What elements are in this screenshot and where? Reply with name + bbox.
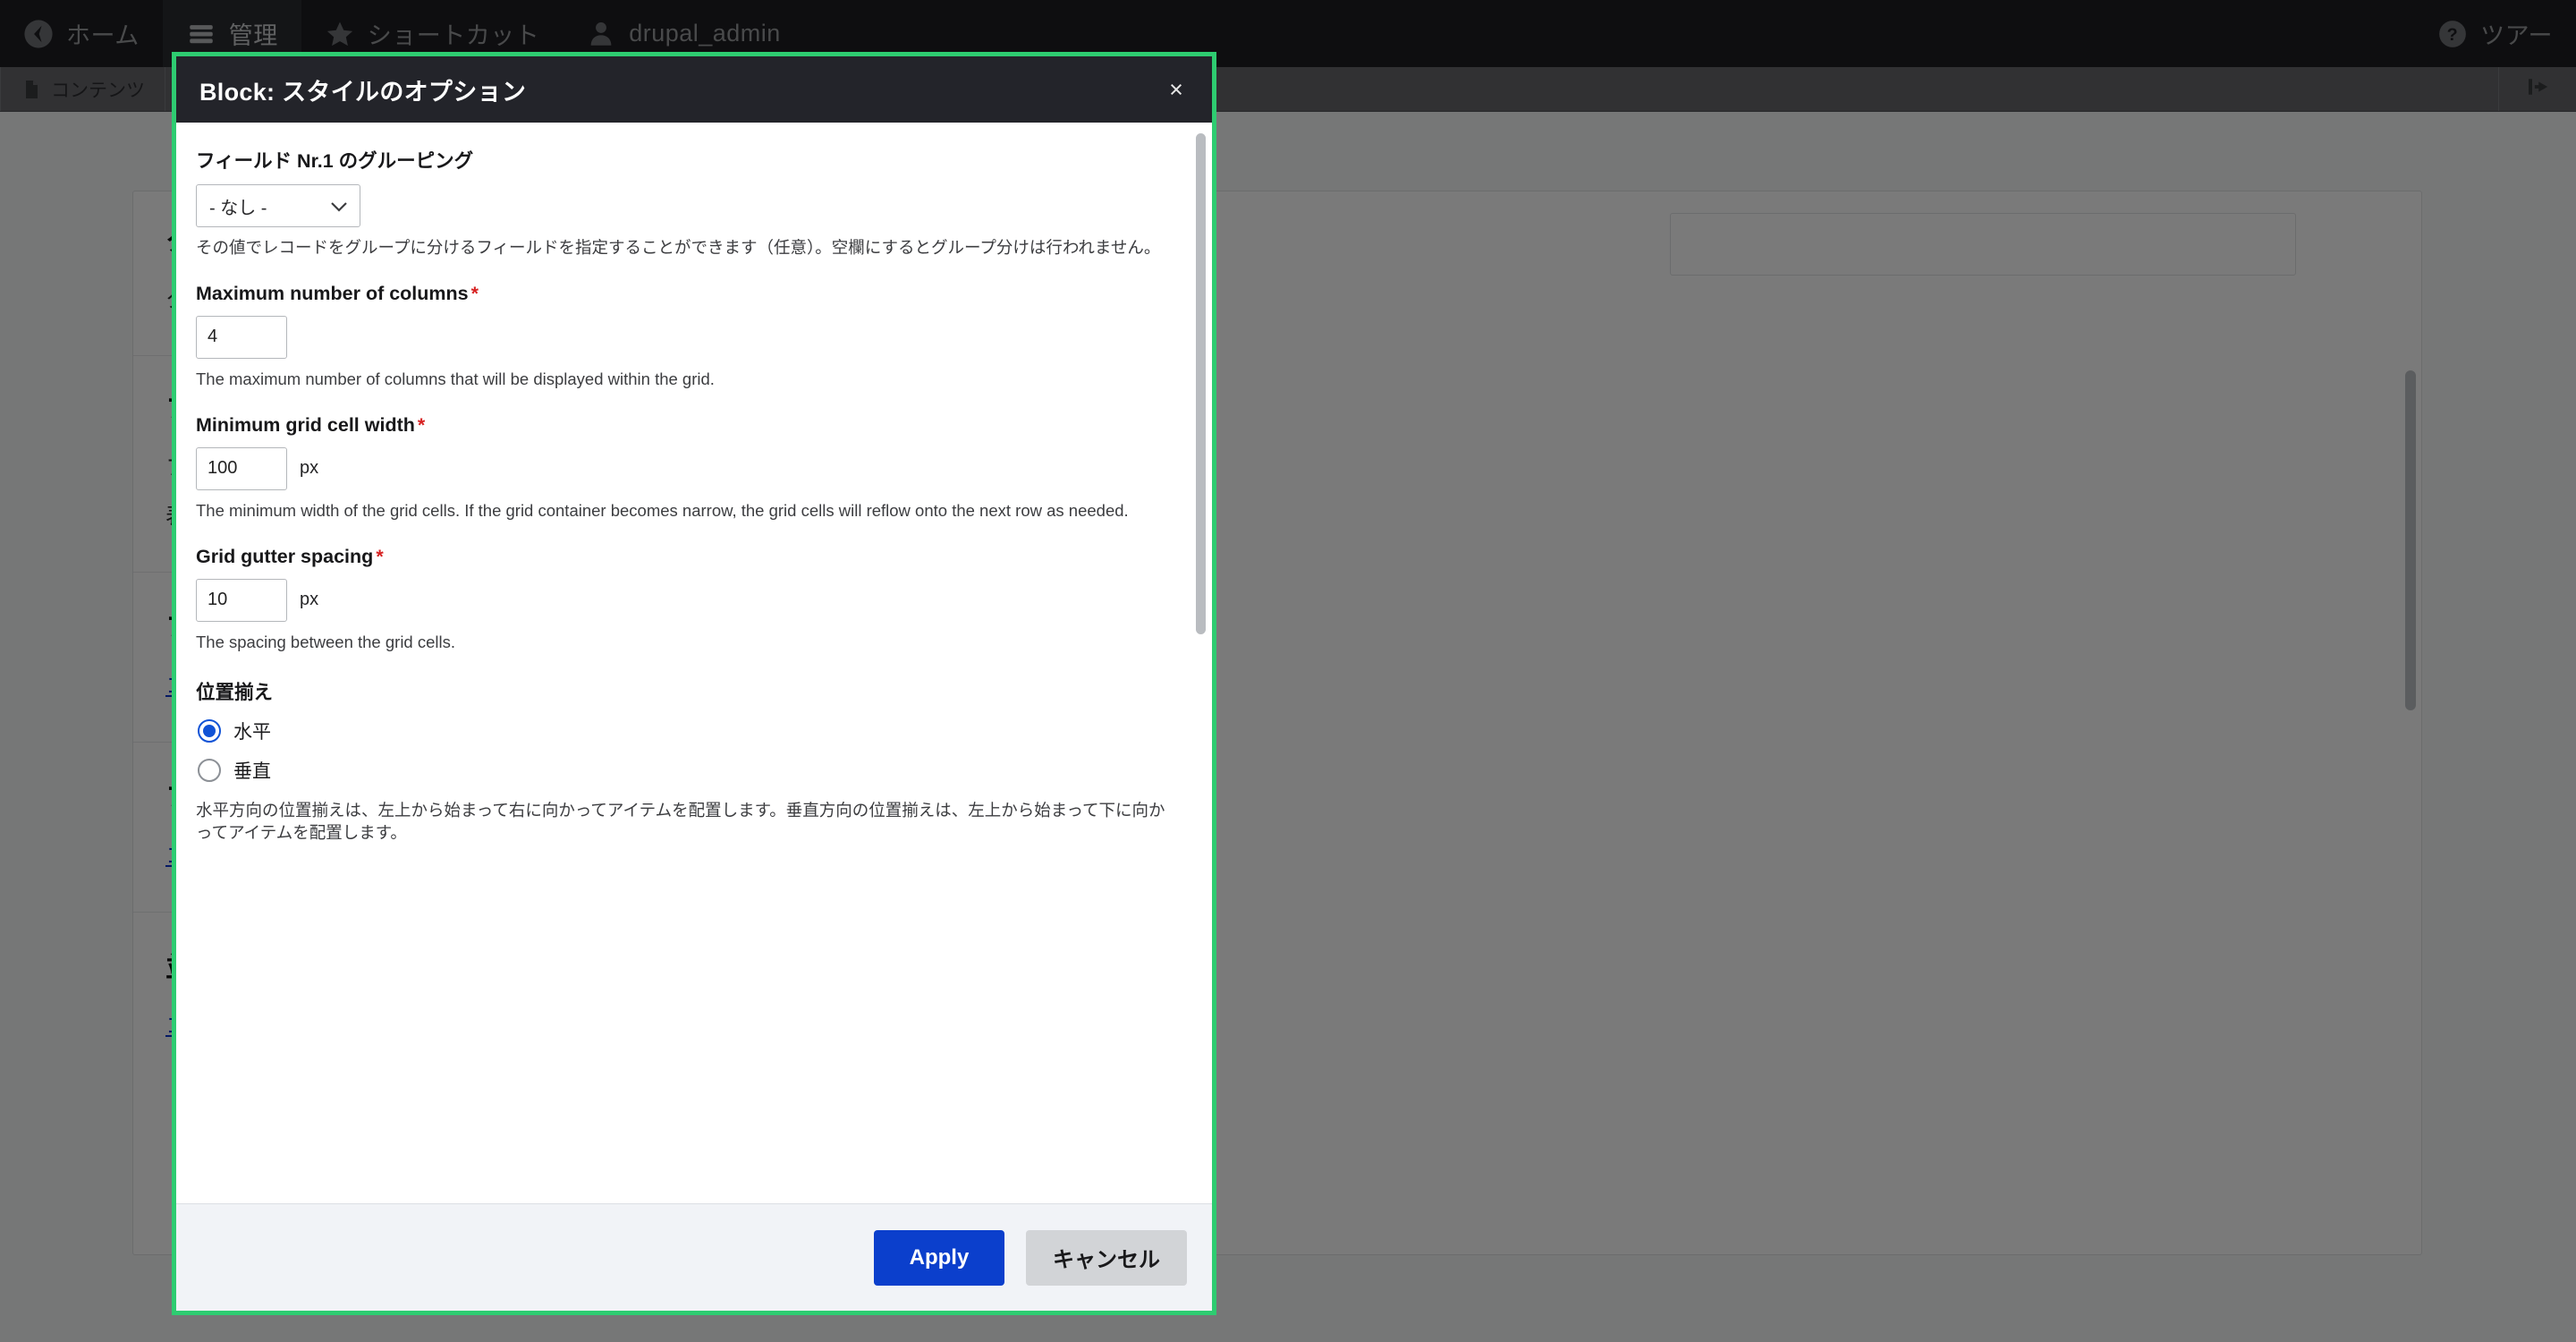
field-grouping: フィールド Nr.1 のグルーピング - なし - その値でレコードをグループに…: [196, 146, 1171, 259]
field-alignment-label: 位置揃え: [196, 681, 274, 703]
field-min-cell-width-description: The minimum width of the grid cells. If …: [196, 500, 1129, 520]
field-grouping-label: フィールド Nr.1 のグルーピング: [196, 150, 474, 172]
dialog-scrollbar-thumb[interactable]: [1196, 133, 1206, 634]
field-max-columns-label: Maximum number of columns *: [196, 283, 1171, 305]
close-icon[interactable]: ×: [1160, 73, 1192, 106]
max-columns-input[interactable]: [196, 315, 287, 359]
dialog-title: Block: スタイルのオプション: [199, 78, 527, 106]
field-min-cell-width: Minimum grid cell width* px The minimum …: [196, 414, 1171, 522]
alignment-option-horizontal[interactable]: 水平: [198, 718, 1171, 744]
min-cell-width-row: px: [196, 446, 1171, 490]
label-text: Grid gutter spacing: [196, 545, 374, 567]
alignment-option-label: 水平: [233, 721, 271, 743]
style-options-dialog: Block: スタイルのオプション × フィールド Nr.1 のグルーピング -…: [172, 52, 1216, 1315]
field-min-cell-width-label: Minimum grid cell width *: [196, 414, 1171, 437]
field-gutter-spacing: Grid gutter spacing* px The spacing betw…: [196, 546, 1171, 654]
dialog-header: Block: スタイルのオプション ×: [176, 56, 1212, 123]
dialog-body: フィールド Nr.1 のグルーピング - なし - その値でレコードをグループに…: [176, 123, 1212, 1203]
field-alignment-description: 水平方向の位置揃えは、左上から始まって右に向かってアイテムを配置します。垂直方向…: [196, 800, 1165, 842]
required-marker: *: [470, 282, 479, 304]
field-max-columns: Maximum number of columns* The maximum n…: [196, 283, 1171, 391]
min-cell-width-unit: px: [300, 458, 319, 479]
label-text: Maximum number of columns: [196, 282, 469, 304]
dialog-footer: Apply キャンセル: [176, 1203, 1212, 1311]
field-grouping-select-wrap: - なし -: [196, 184, 360, 227]
gutter-spacing-row: px: [196, 578, 1171, 622]
field-gutter-spacing-description: The spacing between the grid cells.: [196, 632, 456, 651]
alignment-option-label: 垂直: [233, 760, 271, 782]
alignment-option-vertical[interactable]: 垂直: [198, 757, 1171, 784]
grouping-select[interactable]: - なし -: [196, 184, 360, 227]
min-cell-width-input[interactable]: [196, 446, 287, 490]
cancel-button[interactable]: キャンセル: [1026, 1229, 1187, 1286]
field-max-columns-description: The maximum number of columns that will …: [196, 369, 715, 388]
required-marker: *: [417, 413, 426, 436]
radio-selected-icon[interactable]: [198, 718, 221, 743]
apply-button[interactable]: Apply: [874, 1229, 1004, 1286]
radio-unselected-icon[interactable]: [198, 758, 221, 782]
field-alignment: 位置揃え 水平 垂直 水平方向の位置揃えは、左上から始まって右に向かってアイテム…: [196, 677, 1171, 845]
field-gutter-spacing-label: Grid gutter spacing *: [196, 546, 1171, 568]
field-grouping-description: その値でレコードをグループに分けるフィールドを指定することができます（任意）。空…: [196, 238, 1161, 257]
gutter-spacing-unit: px: [300, 590, 319, 610]
gutter-spacing-input[interactable]: [196, 578, 287, 622]
required-marker: *: [376, 545, 384, 567]
label-text: Minimum grid cell width: [196, 413, 415, 436]
